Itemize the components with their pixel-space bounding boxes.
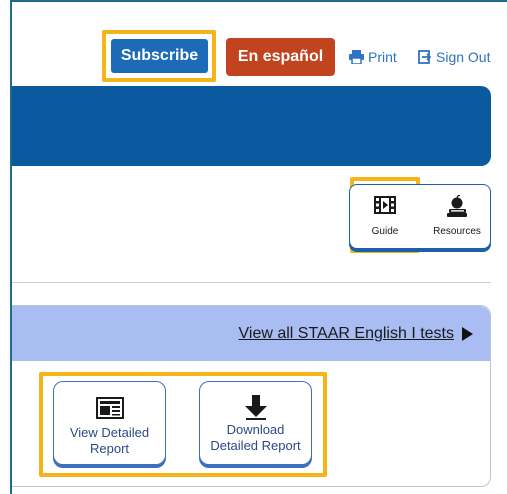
newspaper-icon	[95, 396, 125, 425]
download-detailed-report-button[interactable]: Download Detailed Report	[199, 381, 312, 465]
download-label-line1: Download	[226, 422, 285, 437]
print-link[interactable]: Print	[349, 49, 397, 65]
sign-out-icon	[418, 50, 432, 64]
guide-button[interactable]: Guide	[350, 185, 420, 247]
sign-out-link[interactable]: Sign Out	[418, 49, 490, 65]
tests-card-header: View all STAAR English I tests	[12, 306, 490, 361]
tools-group: Guide Resources	[349, 184, 491, 249]
header-banner	[12, 86, 491, 166]
view-all-tests-label: View all STAAR English I tests	[238, 325, 455, 342]
guide-label: Guide	[371, 226, 399, 237]
resources-button[interactable]: Resources	[422, 185, 492, 247]
view-report-label-line2: Report	[89, 441, 130, 456]
play-arrow-icon	[462, 327, 473, 341]
view-report-label-line1: View Detailed	[69, 425, 150, 440]
espanol-button[interactable]: En español	[226, 38, 335, 76]
sign-out-label: Sign Out	[436, 49, 491, 65]
download-label-line2: Detailed Report	[210, 438, 301, 453]
page-frame-top	[10, 0, 507, 2]
download-arrow-icon	[243, 394, 269, 425]
view-detailed-report-button[interactable]: View Detailed Report	[53, 381, 166, 465]
printer-icon	[349, 50, 364, 64]
apple-books-icon	[444, 194, 470, 224]
subscribe-button[interactable]: Subscribe	[111, 39, 208, 73]
section-divider	[12, 282, 491, 283]
print-label: Print	[368, 49, 397, 65]
resources-label: Resources	[433, 226, 481, 237]
film-guide-icon	[373, 195, 397, 220]
view-all-tests-link[interactable]: View all STAAR English I tests	[238, 325, 473, 343]
